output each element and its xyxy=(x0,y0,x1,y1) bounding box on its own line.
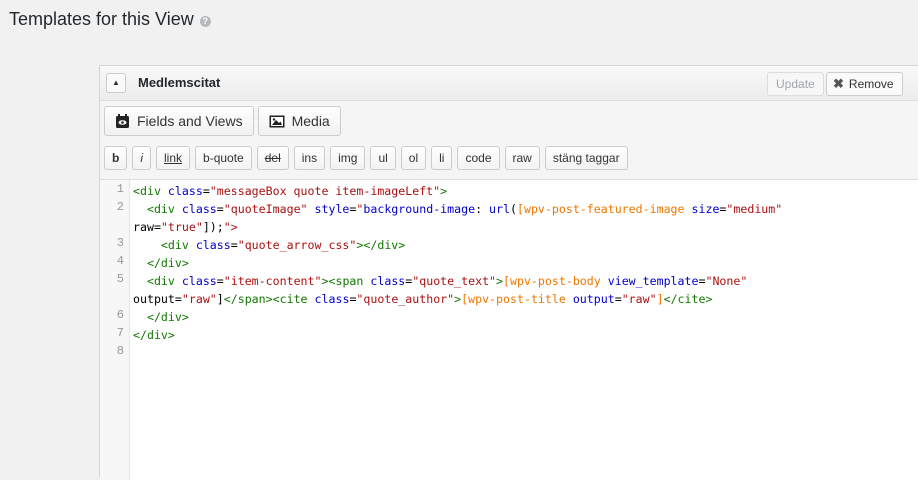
panel-title: Medlemscitat xyxy=(138,75,221,90)
template-panel: ▲ Medlemscitat Update ✖ Remove Fields an… xyxy=(99,65,918,480)
code-line: </div> xyxy=(146,310,189,324)
close-icon: ✖ xyxy=(833,76,844,91)
quicktags-toolbar: b i link b-quote del ins img ul ol li co… xyxy=(104,146,628,170)
quicktag-bold-button[interactable]: b xyxy=(104,146,128,170)
update-button[interactable]: Update xyxy=(767,72,824,96)
panel-header: ▲ Medlemscitat Update ✖ Remove xyxy=(100,66,918,101)
remove-button[interactable]: ✖ Remove xyxy=(826,72,903,96)
line-number: 2 xyxy=(116,200,124,214)
code-line: <div class="messageBox quote item-imageL… xyxy=(133,184,448,198)
collapse-button[interactable]: ▲ xyxy=(106,73,126,93)
code-editor[interactable]: 1 2 3 4 5 6 7 8 <div class="messageBox quote it… xyxy=(100,179,918,480)
line-number: 7 xyxy=(116,326,124,340)
line-number: 5 xyxy=(116,272,124,286)
media-button[interactable]: Media xyxy=(257,106,341,136)
code-line: raw="true"]);"> xyxy=(133,220,238,234)
quicktag-link-button[interactable]: link xyxy=(156,146,191,170)
quicktag-li-button[interactable]: li xyxy=(431,146,453,170)
quicktag-del-button[interactable]: del xyxy=(256,146,289,170)
line-number: 8 xyxy=(116,344,124,358)
media-icon xyxy=(269,115,285,127)
code-line: <div class="quoteImage" style="backgroun… xyxy=(146,202,783,216)
toolset-icon xyxy=(116,114,129,128)
line-number-gutter: 1 2 3 4 5 6 7 8 xyxy=(100,180,130,480)
quicktag-ol-button[interactable]: ol xyxy=(400,146,427,170)
quicktag-italic-button[interactable]: i xyxy=(132,146,152,170)
fields-and-views-label: Fields and Views xyxy=(137,113,243,129)
code-line: </div> xyxy=(146,256,189,270)
code-line: <div class="quote_arrow_css"></div> xyxy=(160,238,406,252)
editor-toolbar: Fields and Views Media xyxy=(104,106,341,136)
collapse-triangle-icon: ▲ xyxy=(112,78,120,87)
page-title-text: Templates for this View xyxy=(9,9,194,29)
code-line: output="raw"]</span><cite class="quote_a… xyxy=(133,292,713,306)
quicktag-raw-button[interactable]: raw xyxy=(504,146,540,170)
quicktag-blockquote-button[interactable]: b-quote xyxy=(195,146,252,170)
line-number: 6 xyxy=(116,308,124,322)
help-icon[interactable]: ? xyxy=(199,15,211,27)
line-number: 1 xyxy=(116,182,124,196)
code-content[interactable]: <div class="messageBox quote item-imageL… xyxy=(133,182,913,362)
quicktag-code-button[interactable]: code xyxy=(457,146,500,170)
media-label: Media xyxy=(291,113,330,129)
line-number: 4 xyxy=(116,254,124,268)
quicktag-img-button[interactable]: img xyxy=(330,146,366,170)
code-line: <div class="item-content"><span class="q… xyxy=(146,274,748,288)
quicktag-close-tags-button[interactable]: stäng taggar xyxy=(544,146,628,170)
code-line: </div> xyxy=(133,328,175,342)
line-number: 3 xyxy=(116,236,124,250)
quicktag-ins-button[interactable]: ins xyxy=(293,146,326,170)
quicktag-ul-button[interactable]: ul xyxy=(370,146,396,170)
fields-and-views-button[interactable]: Fields and Views xyxy=(104,106,254,136)
remove-label: Remove xyxy=(848,77,894,91)
page-title: Templates for this View ? xyxy=(9,9,211,30)
